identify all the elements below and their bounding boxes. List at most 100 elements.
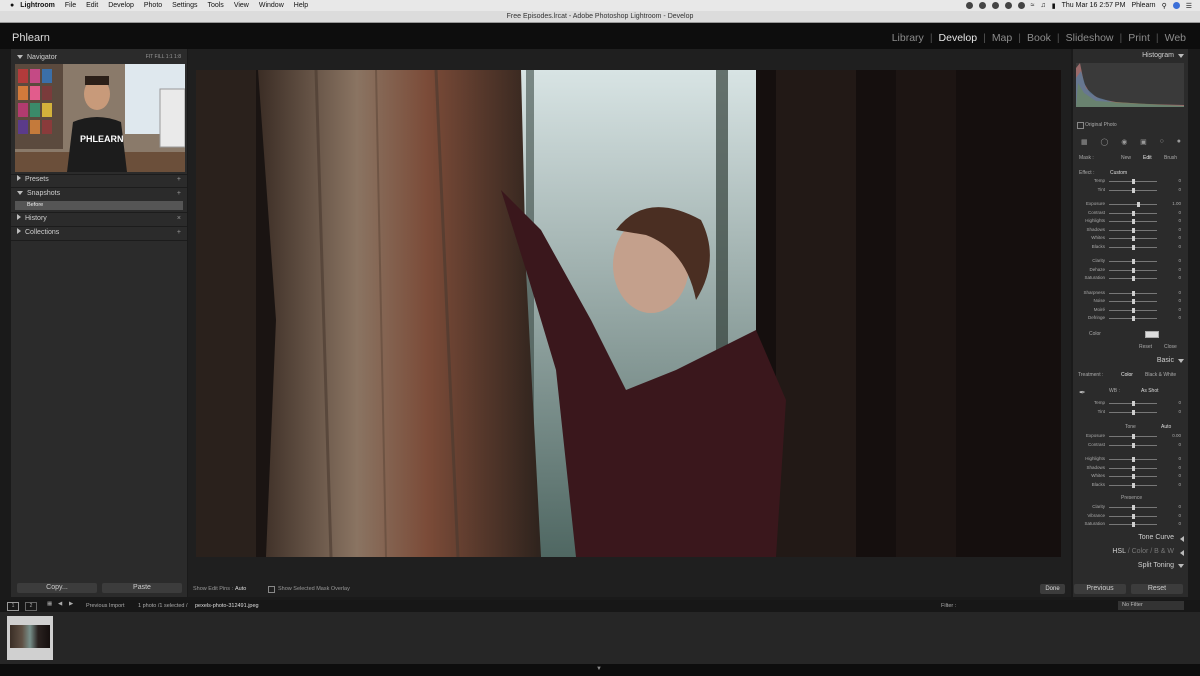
spot-removal-icon[interactable]: ◯ (1100, 138, 1108, 148)
slider-sharpness[interactable]: Sharpness 0 (1075, 290, 1185, 297)
clock[interactable]: Thu Mar 16 2:57 PM (1062, 2, 1126, 9)
done-button[interactable]: Done (1040, 584, 1065, 594)
module-develop[interactable]: Develop (933, 32, 984, 44)
slider-knob[interactable] (1131, 409, 1135, 415)
slider-value[interactable]: 0.00 (1172, 433, 1181, 438)
menu-view[interactable]: View (234, 2, 249, 9)
module-library[interactable]: Library (886, 32, 930, 44)
slider-knob[interactable] (1131, 457, 1135, 462)
slider-knob[interactable] (1131, 482, 1135, 488)
notification-icon[interactable]: ☰ (1186, 2, 1192, 10)
slider-knob[interactable] (1131, 513, 1135, 519)
module-web[interactable]: Web (1159, 32, 1192, 44)
slider-knob[interactable] (1131, 244, 1135, 250)
filter-select[interactable]: No Filter (1118, 601, 1184, 610)
menu-window[interactable]: Window (259, 2, 284, 9)
expand-filmstrip-icon[interactable]: ▼ (596, 666, 602, 672)
slider-value[interactable]: 0 (1178, 315, 1181, 320)
slider-value[interactable]: 0 (1178, 244, 1181, 249)
histogram[interactable] (1076, 63, 1184, 107)
slider-value[interactable]: 0 (1178, 465, 1181, 470)
auto-tone-button[interactable]: Auto (1161, 424, 1171, 430)
previous-button[interactable]: Previous (1074, 584, 1126, 594)
original-photo-checkbox[interactable] (1077, 122, 1084, 129)
menu-tools[interactable]: Tools (207, 2, 223, 9)
slider-saturation[interactable]: Saturation 0 (1075, 275, 1185, 282)
snapshot-item[interactable]: Before (15, 201, 183, 210)
navigator-preview[interactable]: PHLEARN (15, 64, 185, 172)
basic-header[interactable]: Basic (1073, 355, 1188, 367)
tone-curve-header[interactable]: Tone Curve (1073, 532, 1188, 544)
volume-icon[interactable]: ♫ (1041, 2, 1046, 9)
slider-knob[interactable] (1137, 202, 1141, 207)
slider-shadows[interactable]: Shadows 0 (1075, 465, 1185, 472)
mask-brush-button[interactable]: Brush (1164, 155, 1177, 161)
battery-icon[interactable]: ▮ (1052, 2, 1056, 10)
slider-moir[interactable]: Moiré 0 (1075, 307, 1185, 314)
presets-header[interactable]: Presets + (11, 173, 187, 186)
status-icon[interactable] (1004, 2, 1012, 9)
slider-tint[interactable]: Tint 0 (1075, 409, 1185, 416)
slider-value[interactable]: 0 (1178, 442, 1181, 447)
slider-knob[interactable] (1131, 267, 1135, 273)
slider-knob[interactable] (1131, 522, 1135, 527)
add-collection-icon[interactable]: + (177, 226, 181, 239)
slider-whites[interactable]: Whites 0 (1075, 473, 1185, 480)
slider-value[interactable]: 1.00 (1172, 201, 1181, 206)
snapshots-header[interactable]: Snapshots + (11, 187, 187, 200)
menu-develop[interactable]: Develop (108, 2, 134, 9)
color-tab[interactable]: Color (1132, 548, 1149, 555)
slider-tint[interactable]: Tint 0 (1075, 187, 1185, 194)
slider-temp[interactable]: Temp 0 (1075, 178, 1185, 185)
module-slideshow[interactable]: Slideshow (1060, 32, 1120, 44)
siri-icon[interactable] (1172, 2, 1180, 9)
slider-value[interactable]: 0 (1178, 210, 1181, 215)
red-eye-icon[interactable]: ◉ (1121, 138, 1127, 148)
slider-knob[interactable] (1131, 299, 1135, 304)
add-snapshot-icon[interactable]: + (177, 187, 181, 200)
slider-value[interactable]: 0 (1178, 504, 1181, 509)
slider-saturation[interactable]: Saturation 0 (1075, 521, 1185, 528)
edit-pins-select[interactable]: Auto (235, 586, 246, 592)
menu-help[interactable]: Help (294, 2, 308, 9)
slider-whites[interactable]: Whites 0 (1075, 235, 1185, 242)
status-icon[interactable] (978, 2, 986, 9)
menu-photo[interactable]: Photo (144, 2, 162, 9)
slider-vibrance[interactable]: Vibrance 0 (1075, 513, 1185, 520)
slider-value[interactable]: 0 (1178, 258, 1181, 263)
slider-value[interactable]: 0 (1178, 218, 1181, 223)
menu-edit[interactable]: Edit (86, 2, 98, 9)
slider-knob[interactable] (1131, 179, 1135, 184)
second-window-icon[interactable]: 2 (25, 602, 37, 611)
slider-value[interactable]: 0 (1178, 267, 1181, 272)
slider-clarity[interactable]: Clarity 0 (1075, 504, 1185, 511)
grid-view-icon[interactable]: ▦ (47, 601, 52, 607)
module-book[interactable]: Book (1021, 32, 1057, 44)
copy-button[interactable]: Copy... (17, 583, 97, 593)
slider-knob[interactable] (1131, 401, 1135, 406)
slider-value[interactable]: 0 (1178, 235, 1181, 240)
slider-value[interactable]: 0 (1178, 400, 1181, 405)
apple-menu-icon[interactable]: ● (10, 2, 14, 9)
slider-value[interactable]: 0 (1178, 482, 1181, 487)
slider-knob[interactable] (1131, 219, 1135, 224)
filmstrip-source[interactable]: Previous Import (86, 603, 125, 609)
slider-value[interactable]: 0 (1178, 227, 1181, 232)
history-header[interactable]: History × (11, 212, 187, 225)
slider-value[interactable]: 0 (1178, 275, 1181, 280)
zoom-options[interactable]: FIT FILL 1:1 1:8 (146, 51, 181, 64)
slider-knob[interactable] (1131, 236, 1135, 241)
wifi-icon[interactable]: ≈ (1031, 2, 1035, 9)
slider-blacks[interactable]: Blacks 0 (1075, 244, 1185, 251)
slider-defringe[interactable]: Defringe 0 (1075, 315, 1185, 322)
split-toning-header[interactable]: Split Toning (1073, 560, 1188, 572)
menu-file[interactable]: File (65, 2, 76, 9)
crop-tool-icon[interactable]: ▦ (1081, 138, 1088, 148)
slider-value[interactable]: 0 (1178, 187, 1181, 192)
menu-settings[interactable]: Settings (172, 2, 197, 9)
slider-dehaze[interactable]: Dehaze 0 (1075, 267, 1185, 274)
color-swatch[interactable] (1145, 331, 1159, 338)
slider-knob[interactable] (1131, 276, 1135, 281)
slider-value[interactable]: 0 (1178, 513, 1181, 518)
slider-knob[interactable] (1131, 187, 1135, 193)
